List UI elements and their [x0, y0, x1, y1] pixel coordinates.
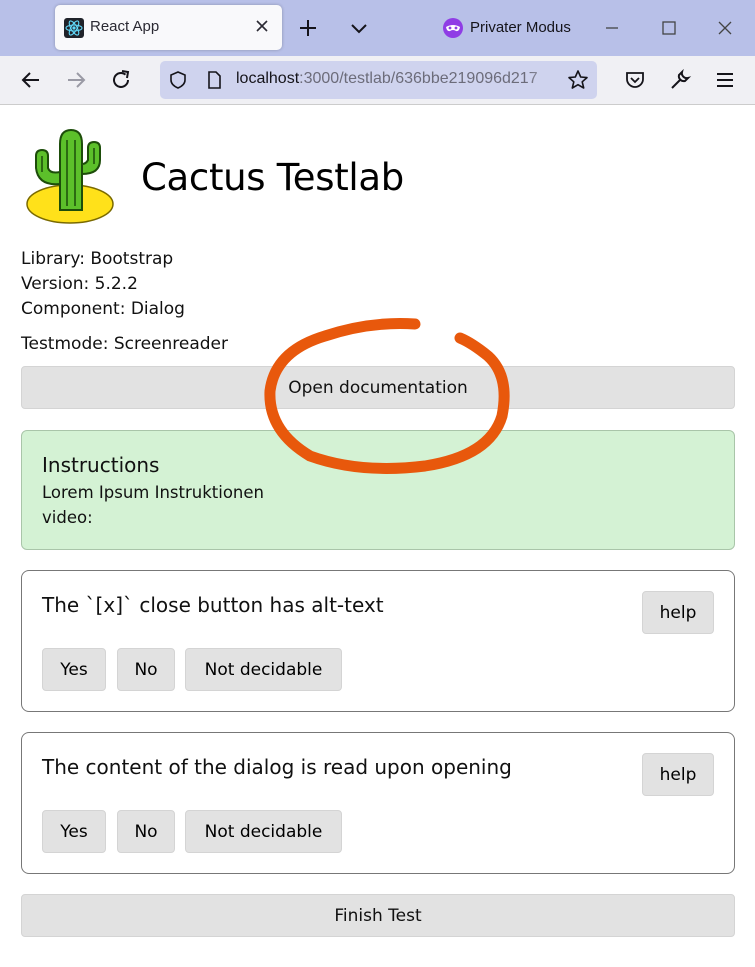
answer-no-button[interactable]: No [117, 810, 175, 853]
forward-arrow-icon[interactable] [64, 68, 88, 92]
cactus-logo [26, 128, 114, 224]
help-button[interactable]: help [642, 591, 714, 634]
browser-nav-bar: localhost:3000/testlab/636bbe219096d217 [0, 56, 755, 105]
url-path: :3000/testlab/636bbe219096d217 [299, 70, 538, 87]
instructions-video-label: video: [42, 508, 93, 527]
answer-yes-button[interactable]: Yes [42, 648, 106, 691]
menu-icon[interactable] [713, 68, 737, 92]
wrench-icon[interactable] [668, 68, 692, 92]
answer-yes-button[interactable]: Yes [42, 810, 106, 853]
version-label: Version: 5.2.2 [21, 274, 138, 294]
answer-no-button[interactable]: No [117, 648, 175, 691]
page-content: Cactus Testlab Library: Bootstrap Versio… [0, 106, 755, 967]
minimize-icon[interactable] [600, 16, 624, 40]
instructions-title: Instructions [42, 453, 160, 477]
finish-test-button[interactable]: Finish Test [21, 894, 735, 937]
app-title: Cactus Testlab [141, 156, 404, 199]
window-close-icon[interactable] [713, 16, 737, 40]
answer-not-decidable-button[interactable]: Not decidable [185, 648, 342, 691]
instructions-panel: Instructions Lorem Ipsum Instruktionen v… [21, 430, 735, 550]
tab-title: React App [90, 18, 160, 35]
browser-tab-bar: React App Privater Modus [0, 0, 755, 56]
private-mode-label: Privater Modus [470, 19, 571, 36]
question-card: The content of the dialog is read upon o… [21, 732, 735, 874]
question-card: The `[x]` close button has alt-text help… [21, 570, 735, 712]
question-text: The content of the dialog is read upon o… [42, 755, 512, 779]
bookmark-star-icon[interactable] [567, 69, 589, 91]
answer-not-decidable-button[interactable]: Not decidable [185, 810, 342, 853]
react-icon [64, 18, 84, 38]
maximize-icon[interactable] [657, 16, 681, 40]
library-label: Library: Bootstrap [21, 249, 174, 269]
close-icon[interactable] [252, 16, 272, 36]
url-fade [527, 61, 567, 99]
url-host: localhost [236, 70, 300, 87]
instructions-text: Lorem Ipsum Instruktionen [42, 483, 265, 502]
testmode-label: Testmode: Screenreader [21, 334, 228, 354]
browser-tab[interactable]: React App [55, 5, 282, 50]
open-documentation-button[interactable]: Open documentation [21, 366, 735, 409]
url-bar[interactable]: localhost:3000/testlab/636bbe219096d217 [160, 61, 597, 99]
page-icon[interactable] [204, 70, 224, 90]
pocket-icon[interactable] [623, 68, 647, 92]
question-text: The `[x]` close button has alt-text [42, 593, 384, 617]
help-button[interactable]: help [642, 753, 714, 796]
plus-icon[interactable] [296, 16, 320, 40]
chevron-down-icon[interactable] [347, 16, 371, 40]
private-mask-icon [443, 18, 463, 38]
back-arrow-icon[interactable] [19, 68, 43, 92]
url-text[interactable]: localhost:3000/testlab/636bbe219096d217 [236, 70, 538, 88]
shield-icon[interactable] [168, 70, 188, 90]
reload-icon[interactable] [109, 68, 133, 92]
component-label: Component: Dialog [21, 299, 185, 319]
